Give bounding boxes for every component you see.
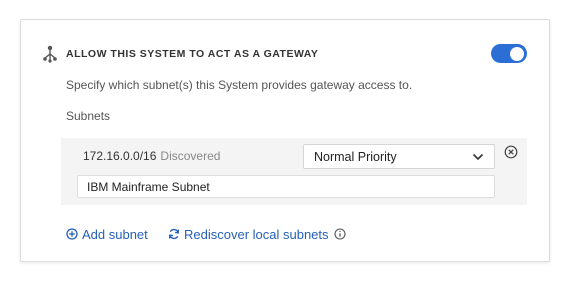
subnet-address-line: 172.16.0.0/16 Discovered <box>83 149 220 163</box>
gateway-icon <box>43 45 57 63</box>
gateway-settings-card: ALLOW THIS SYSTEM TO ACT AS A GATEWAY Sp… <box>20 19 550 262</box>
add-subnet-link[interactable]: Add subnet <box>66 225 148 243</box>
section-title: ALLOW THIS SYSTEM TO ACT AS A GATEWAY <box>66 48 319 60</box>
subnet-name-input[interactable] <box>77 175 495 198</box>
rediscover-label: Rediscover local subnets <box>184 226 329 242</box>
subnet-address: 172.16.0.0/16 <box>83 149 157 163</box>
toggle-knob <box>510 46 524 61</box>
subnet-entry: 172.16.0.0/16 Discovered Normal Priority <box>61 138 527 205</box>
priority-select[interactable]: Normal Priority <box>303 144 495 169</box>
subnet-status: Discovered <box>160 149 221 163</box>
rediscover-subnets-link[interactable]: Rediscover local subnets <box>168 225 329 243</box>
add-subnet-label: Add subnet <box>82 226 148 242</box>
subnets-label: Subnets <box>66 109 111 123</box>
section-description: Specify which subnet(s) this System prov… <box>66 78 413 92</box>
refresh-icon <box>168 228 180 240</box>
remove-subnet-icon[interactable] <box>504 145 518 159</box>
add-circle-icon <box>66 228 78 240</box>
priority-select-value: Normal Priority <box>314 150 397 164</box>
chevron-down-icon <box>472 153 484 161</box>
gateway-toggle[interactable] <box>491 44 527 63</box>
info-icon[interactable] <box>334 228 346 240</box>
